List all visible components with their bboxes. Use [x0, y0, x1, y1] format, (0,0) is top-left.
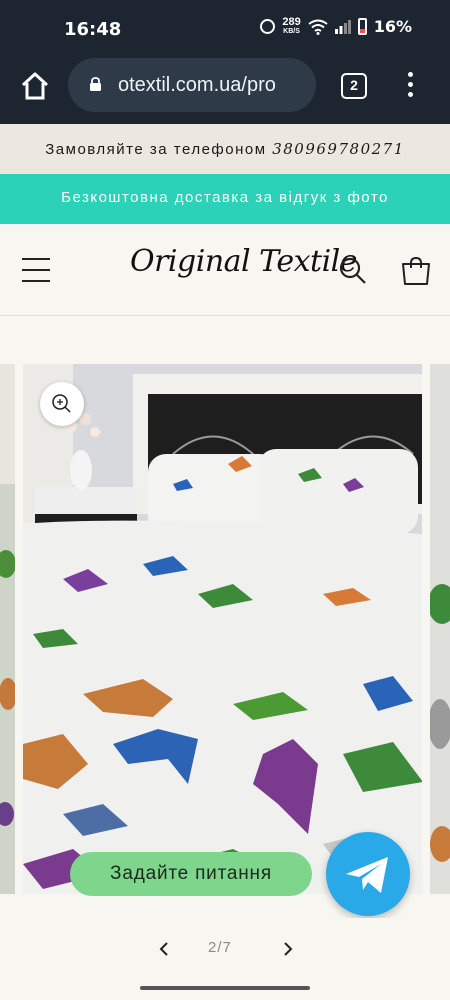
telegram-button[interactable] — [326, 832, 410, 916]
telegram-icon — [346, 857, 388, 893]
address-bar[interactable]: otextil.com.ua/pro — [68, 58, 316, 112]
bedding-photo — [23, 364, 422, 894]
site-header: Original Textile — [0, 224, 450, 316]
status-icons: 289 KB/S 16% — [260, 15, 412, 36]
gallery-slide-next[interactable] — [430, 364, 450, 894]
gallery-slide-previous[interactable] — [0, 364, 15, 894]
url-text: otextil.com.ua/pro — [118, 74, 276, 96]
chevron-right-icon[interactable] — [280, 940, 296, 958]
menu-hamburger-icon[interactable] — [22, 258, 50, 282]
search-icon[interactable] — [338, 256, 368, 286]
announcement-phone-text: Замовляйте за телефоном — [45, 141, 267, 158]
alarm-icon — [260, 19, 276, 34]
battery-icon — [357, 18, 367, 35]
phone-number[interactable]: 380969780271 — [272, 140, 405, 158]
network-speed-unit: KB/S — [283, 27, 300, 35]
battery-percent: 16% — [373, 17, 412, 36]
cart-bag-icon[interactable] — [400, 255, 432, 287]
network-speed-value: 289 — [282, 15, 301, 28]
zoom-button[interactable] — [40, 382, 84, 426]
system-nav-handle[interactable] — [140, 986, 310, 990]
network-speed: 289 KB/S — [282, 15, 301, 36]
announcement-delivery: Безкоштовна доставка за відгук з фото — [0, 174, 450, 224]
status-bar: 16:48 289 KB/S 16% — [0, 0, 450, 58]
gallery-main-image[interactable] — [23, 364, 422, 894]
home-icon[interactable] — [20, 71, 50, 101]
ask-question-button[interactable]: Задайте питання — [70, 852, 312, 896]
signal-icon — [334, 19, 351, 34]
site-logo[interactable]: Original Textile — [130, 244, 358, 279]
browser-menu-icon[interactable] — [404, 72, 416, 102]
browser-toolbar: otextil.com.ua/pro 2 — [0, 58, 450, 124]
chevron-left-icon[interactable] — [156, 940, 172, 958]
zoom-in-icon — [52, 394, 71, 413]
announcement-phone: Замовляйте за телефоном 380969780271 — [0, 124, 450, 174]
wifi-icon — [308, 19, 328, 35]
gallery-counter: 2/7 — [208, 939, 232, 956]
lock-icon — [90, 77, 101, 91]
status-time: 16:48 — [64, 19, 122, 40]
gallery-pager: 2/7 — [0, 918, 450, 980]
tab-switcher-button[interactable]: 2 — [341, 73, 367, 99]
